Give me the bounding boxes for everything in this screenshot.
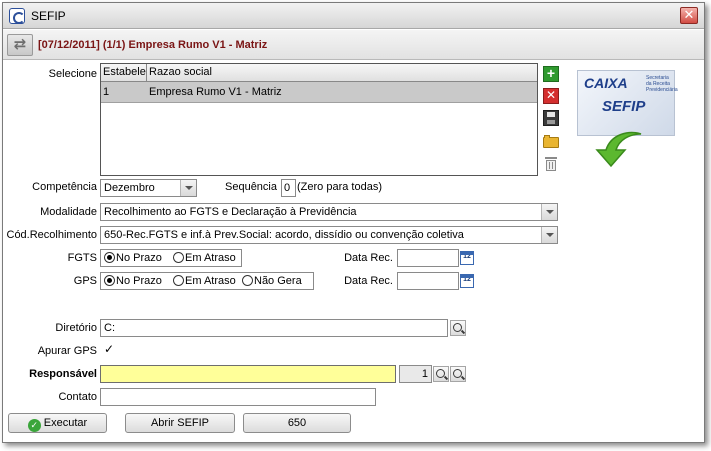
fgts-label: FGTS — [67, 252, 97, 264]
close-button[interactable]: ✕ — [680, 7, 698, 24]
window-title: SEFIP — [31, 9, 66, 23]
gps-label: GPS — [73, 275, 97, 287]
app-icon — [9, 8, 25, 24]
sequencia-input[interactable]: 0 — [281, 179, 296, 197]
company-header: ⇄ [07/12/2011] (1/1) Empresa Rumo V1 - M… — [3, 30, 704, 60]
search-icon[interactable] — [433, 366, 449, 382]
swap-arrows-icon[interactable]: ⇄ — [7, 34, 33, 56]
competencia-select[interactable]: Dezembro — [100, 179, 197, 197]
chevron-down-icon[interactable] — [541, 204, 557, 220]
sefip-window: SEFIP ✕ ⇄ [07/12/2011] (1/1) Empresa Rum… — [2, 2, 705, 443]
fgts-data-rec-input[interactable] — [397, 249, 459, 267]
cod-recolhimento-value: 650-Rec.FGTS e inf.à Prev.Social: acordo… — [104, 229, 464, 241]
row-name: Empresa Rumo V1 - Matriz — [149, 86, 282, 98]
radio-icon — [173, 252, 184, 263]
cod-recolhimento-label: Cód.Recolhimento — [6, 229, 98, 241]
sequencia-hint: (Zero para todas) — [297, 181, 382, 193]
fgts-radio-group: No Prazo Em Atraso — [100, 249, 242, 267]
chevron-down-icon[interactable] — [541, 227, 557, 243]
radio-selected-icon — [104, 252, 115, 263]
competencia-label: Competência — [32, 181, 97, 193]
calendar-icon[interactable]: 12 — [460, 274, 474, 288]
grid-header: Estabelec Razao social — [101, 64, 537, 82]
modalidade-label: Modalidade — [40, 206, 97, 218]
check-icon: ✓ — [27, 419, 41, 432]
save-icon[interactable] — [543, 110, 559, 126]
cod-recolhimento-select[interactable]: 650-Rec.FGTS e inf.à Prev.Social: acordo… — [100, 226, 558, 244]
title-bar: SEFIP ✕ — [3, 3, 704, 29]
radio-selected-icon — [104, 275, 115, 286]
radio-icon — [173, 275, 184, 286]
chevron-down-icon[interactable] — [180, 180, 196, 196]
apurar-gps-checkbox[interactable]: ✓ — [104, 343, 116, 356]
company-header-text: [07/12/2011] (1/1) Empresa Rumo V1 - Mat… — [38, 39, 268, 51]
column-header-razao-social[interactable]: Razao social — [147, 64, 537, 82]
gps-em-atraso-label: Em Atraso — [185, 275, 236, 287]
row-code: 1 — [103, 86, 110, 98]
green-arrow-icon — [595, 131, 642, 168]
diretorio-label: Diretório — [55, 322, 97, 334]
radio-icon — [242, 275, 253, 286]
executar-button[interactable]: ✓ Executar — [8, 413, 107, 433]
gps-nao-gera-radio[interactable]: Não Gera — [242, 275, 302, 287]
responsavel-input[interactable] — [100, 365, 396, 383]
contato-label: Contato — [58, 391, 97, 403]
establishment-grid[interactable]: Estabelec Razao social 1 Empresa Rumo V1… — [100, 63, 538, 176]
trash-icon[interactable] — [543, 156, 559, 172]
fgts-data-rec-label: Data Rec. — [344, 252, 393, 264]
gps-data-rec-label: Data Rec. — [344, 275, 393, 287]
gps-em-atraso-radio[interactable]: Em Atraso — [173, 275, 236, 287]
responsavel-label: Responsável — [29, 368, 97, 380]
calendar-icon[interactable]: 12 — [460, 251, 474, 265]
modalidade-select[interactable]: Recolhimento ao FGTS e Declaração à Prev… — [100, 203, 558, 221]
logo-product: SEFIP — [602, 98, 646, 115]
contato-input[interactable] — [100, 388, 376, 406]
fgts-em-atraso-radio[interactable]: Em Atraso — [173, 252, 236, 264]
sequencia-label: Sequência — [225, 181, 277, 193]
table-row[interactable]: 1 Empresa Rumo V1 - Matriz — [101, 82, 537, 103]
gps-nao-gera-label: Não Gera — [254, 275, 302, 287]
search-icon[interactable] — [450, 366, 466, 382]
gps-no-prazo-label: No Prazo — [116, 275, 162, 287]
open-folder-icon[interactable] — [543, 133, 559, 149]
delete-icon[interactable]: ✕ — [543, 88, 559, 104]
fgts-no-prazo-radio[interactable]: No Prazo — [104, 252, 162, 264]
responsavel-code[interactable]: 1 — [399, 365, 432, 383]
gps-data-rec-input[interactable] — [397, 272, 459, 290]
search-icon[interactable] — [450, 320, 466, 336]
fgts-em-atraso-label: Em Atraso — [185, 252, 236, 264]
gps-radio-group: No Prazo Em Atraso Não Gera — [100, 272, 314, 290]
selecione-label: Selecione — [48, 68, 97, 80]
fgts-no-prazo-label: No Prazo — [116, 252, 162, 264]
abrir-sefip-button[interactable]: Abrir SEFIP — [125, 413, 235, 433]
caixa-sefip-logo: CAIXA Secretaria da Receita Previdenciár… — [577, 70, 678, 136]
add-icon[interactable]: + — [543, 66, 559, 82]
modalidade-value: Recolhimento ao FGTS e Declaração à Prev… — [104, 206, 357, 218]
code-650-button[interactable]: 650 — [243, 413, 351, 433]
column-header-estabelec[interactable]: Estabelec — [101, 64, 147, 82]
logo-tagline: Secretaria da Receita Previdenciária — [646, 75, 678, 93]
diretorio-input[interactable]: C: — [100, 319, 448, 337]
apurar-gps-label: Apurar GPS — [37, 345, 97, 357]
gps-no-prazo-radio[interactable]: No Prazo — [104, 275, 162, 287]
logo-brand: CAIXA — [584, 75, 628, 91]
executar-label: Executar — [43, 417, 88, 429]
competencia-value: Dezembro — [104, 182, 155, 194]
